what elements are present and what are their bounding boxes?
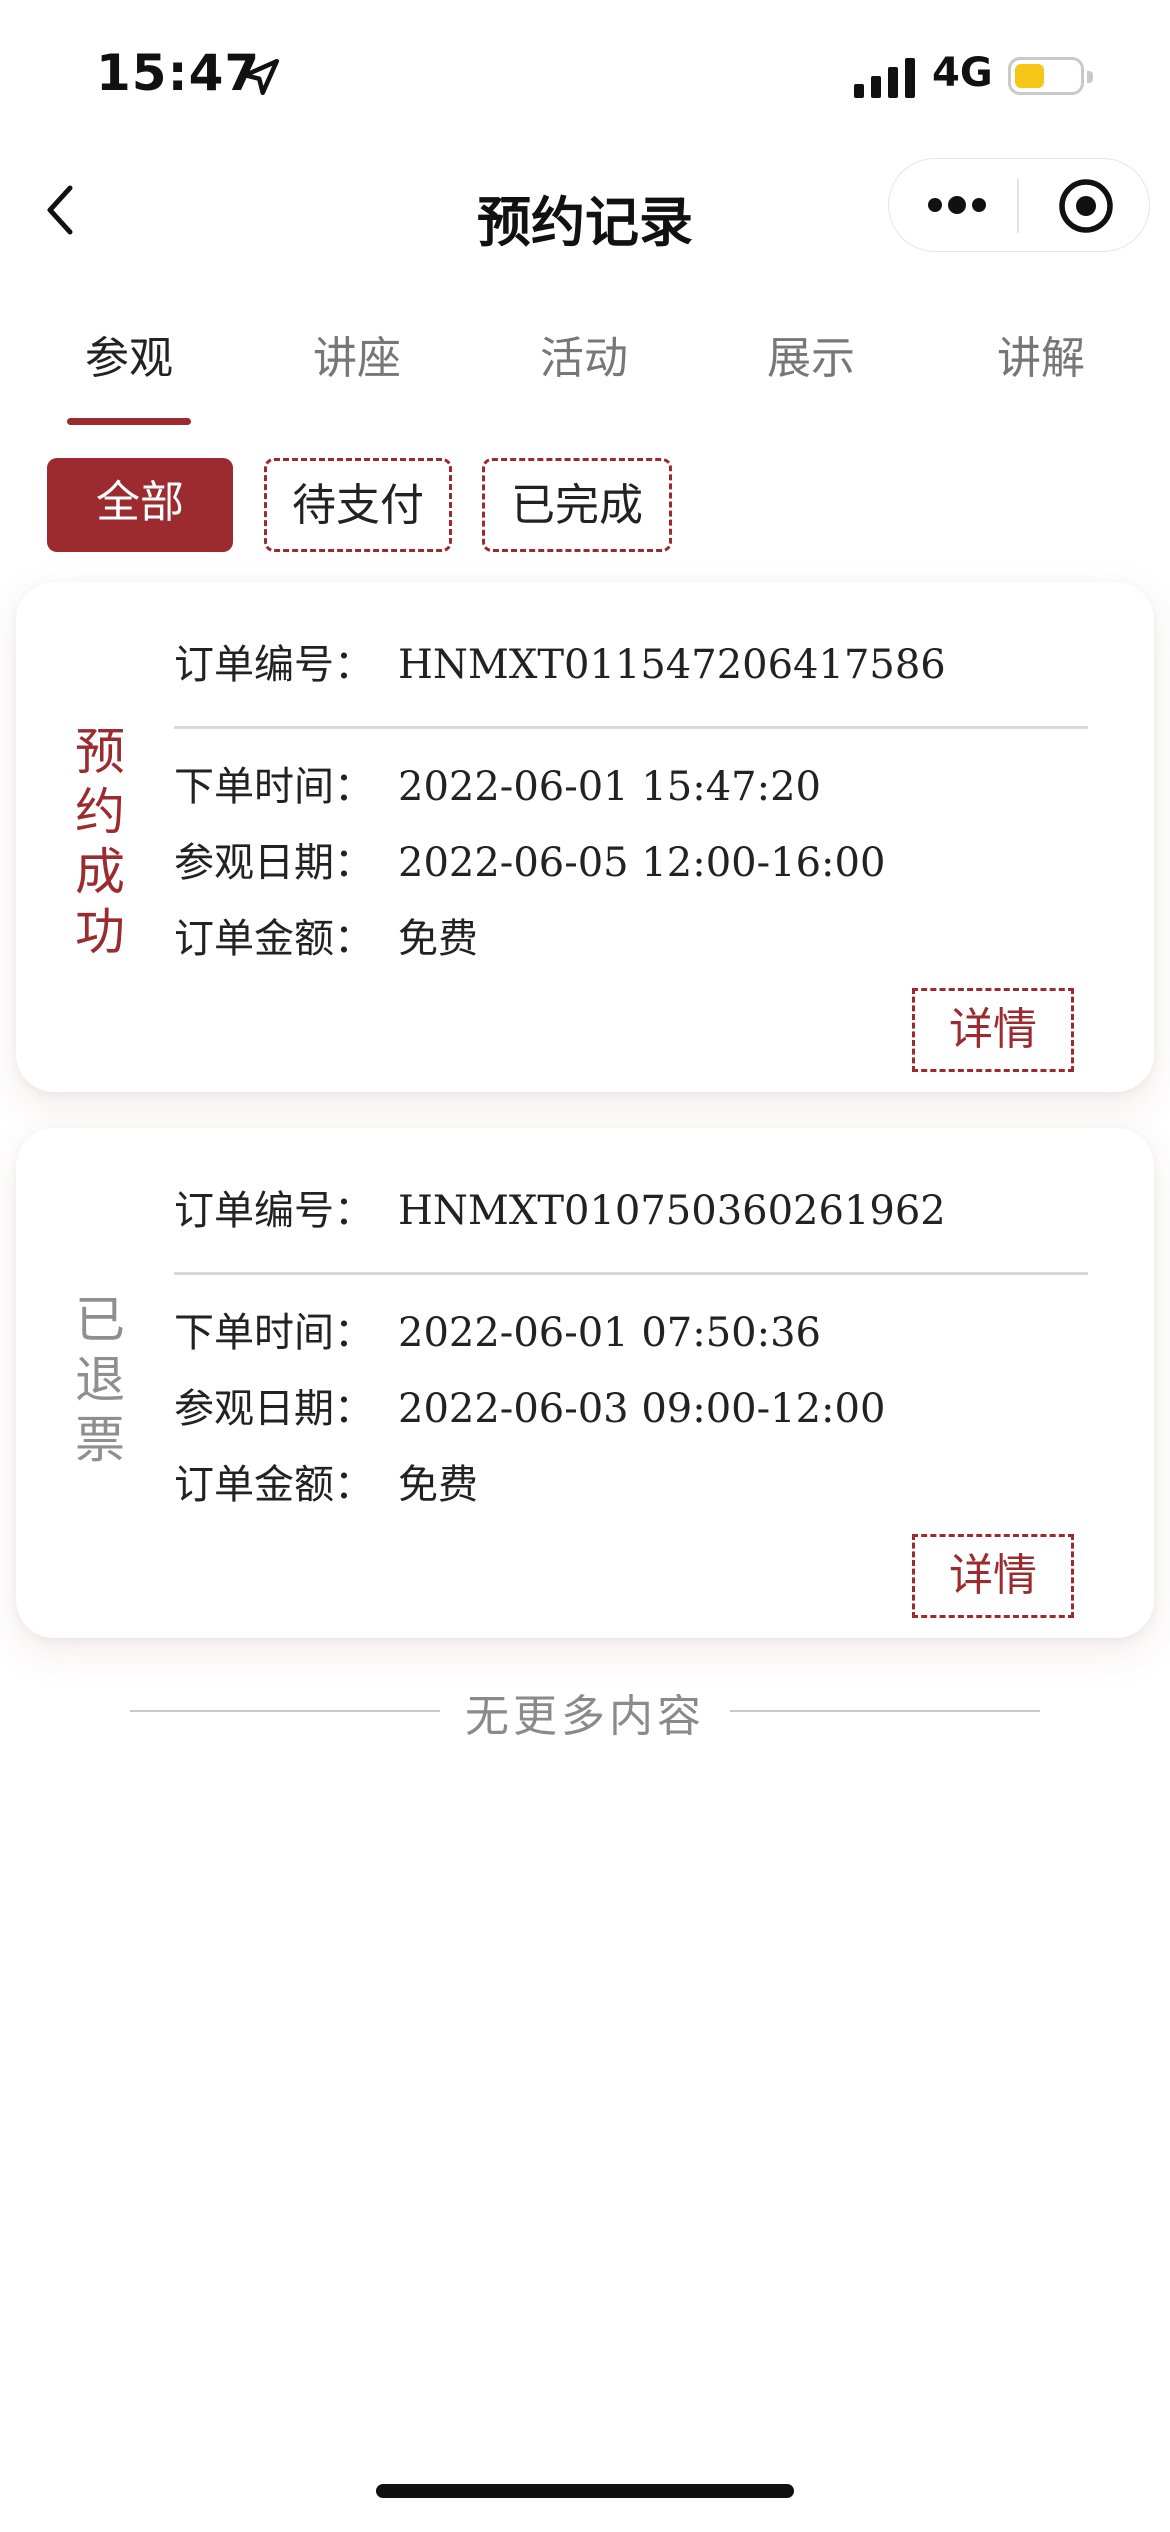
filter-pending-payment[interactable]: 待支付 xyxy=(264,458,452,552)
order-status-stamp: 已退票 xyxy=(75,1291,125,1469)
card-divider xyxy=(174,726,1088,729)
capsule-divider xyxy=(1017,179,1019,233)
status-bar: 15:47 4G xyxy=(0,0,1170,150)
mini-program-capsule xyxy=(888,158,1150,252)
visit-date-label: 参观日期： xyxy=(174,840,374,886)
order-number-row: 订单编号： HNMXT010750360261962 xyxy=(174,1178,946,1236)
order-number-label: 订单编号： xyxy=(174,1188,374,1234)
network-type: 4G xyxy=(932,50,993,96)
order-card: 已退票 订单编号： HNMXT010750360261962 下单时间： 2022-… xyxy=(16,1128,1154,1638)
amount-row: 订单金额： 免费 xyxy=(174,906,478,964)
amount-value: 免费 xyxy=(398,1462,478,1508)
amount-label: 订单金额： xyxy=(174,1462,374,1508)
order-time-label: 下单时间： xyxy=(174,764,374,810)
order-number-label: 订单编号： xyxy=(174,642,374,688)
category-tabs: 参观 讲座 活动 展示 讲解 xyxy=(0,300,1170,430)
visit-date-row: 参观日期： 2022-06-05 12:00-16:00 xyxy=(174,830,885,888)
order-number-row: 订单编号： HNMXT011547206417586 xyxy=(174,632,946,690)
detail-button[interactable]: 详情 xyxy=(912,988,1074,1072)
visit-date-row: 参观日期： 2022-06-03 09:00-12:00 xyxy=(174,1376,885,1434)
card-divider xyxy=(174,1272,1088,1275)
order-time-label: 下单时间： xyxy=(174,1310,374,1356)
battery-icon xyxy=(1008,57,1093,95)
location-arrow-icon xyxy=(242,58,280,96)
order-status-stamp: 预约成功 xyxy=(75,723,125,961)
order-number-value: HNMXT011547206417586 xyxy=(398,642,946,688)
visit-date-value: 2022-06-05 12:00-16:00 xyxy=(398,840,886,886)
order-time-row: 下单时间： 2022-06-01 15:47:20 xyxy=(174,754,821,812)
order-time-value: 2022-06-01 15:47:20 xyxy=(398,764,821,810)
order-number-value: HNMXT010750360261962 xyxy=(398,1188,946,1234)
tab-lecture[interactable]: 讲座 xyxy=(257,322,457,386)
filter-all[interactable]: 全部 xyxy=(47,458,233,552)
tab-visit[interactable]: 参观 xyxy=(29,322,229,386)
active-tab-indicator xyxy=(67,418,191,425)
order-time-value: 2022-06-01 07:50:36 xyxy=(398,1310,821,1356)
detail-button[interactable]: 详情 xyxy=(912,1534,1074,1618)
amount-value: 免费 xyxy=(398,916,478,962)
more-options-icon[interactable] xyxy=(925,187,989,223)
navigation-bar: 预约记录 xyxy=(0,150,1170,270)
visit-date-label: 参观日期： xyxy=(174,1386,374,1432)
order-time-row: 下单时间： 2022-06-01 07:50:36 xyxy=(174,1300,821,1358)
amount-row: 订单金额： 免费 xyxy=(174,1452,478,1510)
end-divider-left xyxy=(130,1710,440,1712)
tab-activity[interactable]: 活动 xyxy=(484,322,684,386)
tab-exhibition[interactable]: 展示 xyxy=(711,322,911,386)
amount-label: 订单金额： xyxy=(174,916,374,962)
cellular-signal-icon xyxy=(854,58,915,98)
filter-completed[interactable]: 已完成 xyxy=(482,458,672,552)
home-indicator[interactable] xyxy=(376,2484,794,2498)
order-card: 预约成功 订单编号： HNMXT011547206417586 下单时间： 2022… xyxy=(16,582,1154,1092)
tab-guide[interactable]: 讲解 xyxy=(941,322,1141,386)
end-divider-right xyxy=(730,1710,1040,1712)
no-more-content-text: 无更多内容 xyxy=(465,1691,705,1742)
status-time: 15:47 xyxy=(96,44,261,102)
close-mini-program-icon[interactable] xyxy=(1057,177,1115,235)
visit-date-value: 2022-06-03 09:00-12:00 xyxy=(398,1386,886,1432)
